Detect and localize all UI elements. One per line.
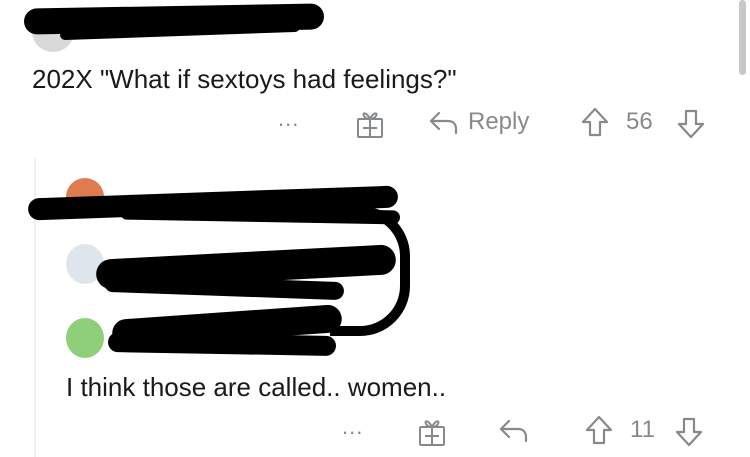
- more-options-button[interactable]: ...: [278, 106, 299, 132]
- upvote-icon[interactable]: [584, 414, 614, 446]
- redacted-username: [107, 332, 337, 356]
- redacted-scribble-loop: [330, 206, 410, 336]
- upvote-icon[interactable]: [580, 106, 610, 138]
- reply-button[interactable]: Reply: [468, 108, 529, 136]
- comment-actions: ... Reply 56: [272, 104, 712, 144]
- scrollbar[interactable]: [739, 0, 746, 75]
- downvote-icon[interactable]: [676, 108, 706, 140]
- comment-actions: ... 11: [336, 412, 716, 452]
- downvote-icon[interactable]: [674, 416, 704, 448]
- comment-text: 202X "What if sextoys had feelings?": [32, 64, 457, 94]
- score: 11: [630, 416, 655, 443]
- award-icon[interactable]: [354, 108, 386, 140]
- avatar[interactable]: [66, 318, 104, 358]
- reply-icon[interactable]: [498, 418, 528, 444]
- score: 56: [626, 108, 653, 135]
- more-options-button[interactable]: ...: [342, 414, 363, 440]
- award-icon[interactable]: [416, 416, 448, 448]
- reply-icon[interactable]: [428, 110, 458, 136]
- comment-text: I think those are called.. women..: [66, 372, 447, 402]
